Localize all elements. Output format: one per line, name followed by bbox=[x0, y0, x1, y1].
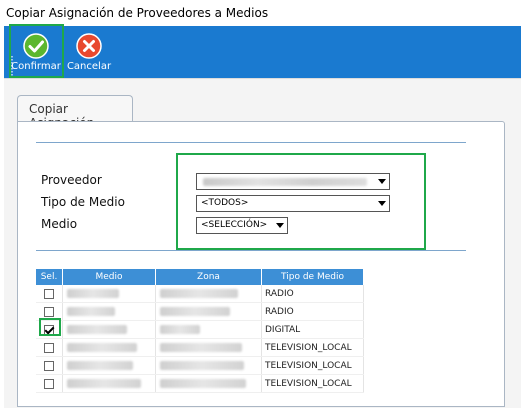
separator-top bbox=[36, 142, 466, 143]
table-row[interactable]: RADIO bbox=[36, 302, 364, 321]
medio-label: Medio bbox=[41, 217, 78, 231]
header-tipo-medio[interactable]: Tipo de Medio bbox=[261, 269, 364, 285]
zona-cell-redacted bbox=[160, 379, 246, 388]
table-row[interactable]: DIGITAL bbox=[36, 320, 364, 339]
medio-cell-redacted bbox=[67, 361, 133, 370]
separator-bottom bbox=[36, 250, 466, 251]
tipo-cell: TELEVISION_LOCAL bbox=[261, 338, 364, 357]
medio-cell-redacted bbox=[67, 343, 137, 352]
medios-grid: Sel. Medio Zona Tipo de Medio RADIO RADI… bbox=[36, 269, 364, 393]
table-row[interactable]: TELEVISION_LOCAL bbox=[36, 338, 364, 357]
row-checkbox[interactable] bbox=[44, 360, 54, 371]
window-title: Copiar Asignación de Proveedores a Medio… bbox=[6, 6, 269, 20]
medio-cell-redacted bbox=[67, 379, 141, 388]
row-checkbox[interactable] bbox=[44, 288, 54, 299]
zona-cell-redacted bbox=[160, 325, 200, 334]
zona-cell-redacted bbox=[160, 307, 230, 316]
tipo-cell: TELEVISION_LOCAL bbox=[261, 374, 364, 393]
tipo-cell: RADIO bbox=[261, 302, 364, 321]
zona-cell-redacted bbox=[160, 361, 244, 370]
row-checkbox[interactable] bbox=[44, 306, 54, 317]
cancel-x-icon bbox=[76, 33, 102, 59]
fields-highlight bbox=[176, 153, 426, 250]
table-row[interactable]: TELEVISION_LOCAL bbox=[36, 356, 364, 375]
header-medio[interactable]: Medio bbox=[62, 269, 156, 285]
grid-header-row: Sel. Medio Zona Tipo de Medio bbox=[36, 269, 364, 285]
tipo-cell: TELEVISION_LOCAL bbox=[261, 356, 364, 375]
header-sel[interactable]: Sel. bbox=[36, 269, 63, 285]
checked-row-highlight bbox=[39, 318, 61, 336]
zona-cell-redacted bbox=[160, 343, 242, 352]
tipo-cell: DIGITAL bbox=[261, 320, 364, 339]
tab-copiar-asignacion[interactable]: Copiar Asignación bbox=[17, 95, 133, 130]
medio-cell-redacted bbox=[67, 325, 127, 334]
title-bar: Copiar Asignación de Proveedores a Medio… bbox=[0, 0, 523, 26]
proveedor-label: Proveedor bbox=[41, 173, 102, 187]
table-row[interactable]: RADIO bbox=[36, 285, 364, 303]
toolbar: Confirmar Cancelar bbox=[4, 26, 521, 100]
cancel-label: Cancelar bbox=[66, 61, 112, 72]
row-checkbox[interactable] bbox=[44, 378, 54, 389]
confirm-highlight bbox=[9, 24, 64, 78]
cancel-button[interactable]: Cancelar bbox=[66, 26, 112, 78]
row-checkbox[interactable] bbox=[44, 342, 54, 353]
tipo-cell: RADIO bbox=[261, 285, 364, 303]
table-row[interactable]: TELEVISION_LOCAL bbox=[36, 374, 364, 393]
tipo-medio-label: Tipo de Medio bbox=[41, 195, 125, 209]
medio-cell-redacted bbox=[67, 307, 115, 316]
zona-cell-redacted bbox=[160, 289, 238, 298]
medio-cell-redacted bbox=[67, 289, 119, 298]
header-zona[interactable]: Zona bbox=[155, 269, 262, 285]
